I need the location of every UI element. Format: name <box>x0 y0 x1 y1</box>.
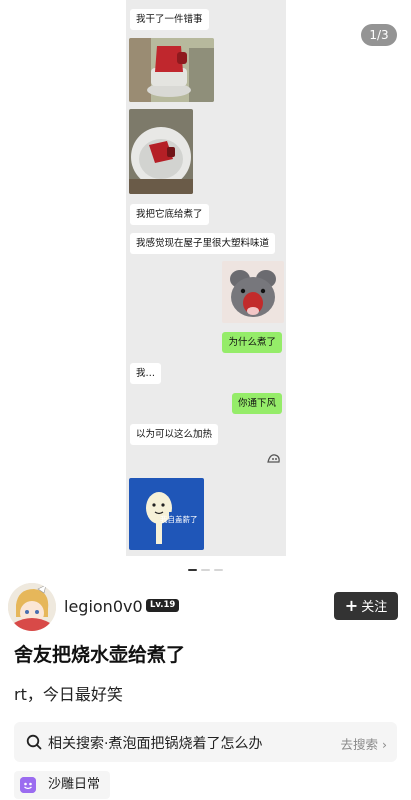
chat-screenshot-image: 我干了一件错事 我把它底给煮了 我感觉现在屋子里很大塑料味道 为什么煮了 我… … <box>126 0 286 556</box>
post-title: 舍友把烧水壶给煮了 <box>14 644 186 666</box>
pagination-dot[interactable] <box>201 569 210 571</box>
chat-message: 你通下风 <box>231 393 282 414</box>
image-counter: 1/3 <box>361 24 397 46</box>
sink-photo <box>129 109 193 194</box>
topic-icon <box>20 777 36 793</box>
hamster-sticker <box>222 261 284 323</box>
chat-message: 为什么煮了 <box>222 332 282 353</box>
pagination-dot[interactable] <box>188 569 197 571</box>
topic-label: 沙雕日常 <box>48 777 101 792</box>
chat-message: 我把它底给煮了 <box>130 204 209 225</box>
username[interactable]: legion0v0 <box>64 597 143 616</box>
chat-message: 我感觉现在屋子里很大塑料味道 <box>130 233 276 254</box>
chat-message: 以为可以这么加热 <box>130 424 219 445</box>
chat-message: 我干了一件错事 <box>130 9 209 30</box>
egg-sticker: 我自盖薪了 <box>129 478 204 550</box>
plus-icon: + <box>344 596 359 615</box>
follow-label: 关注 <box>361 600 388 615</box>
author-row: legion0v0 Lv.19 + 关注 <box>0 579 411 635</box>
kettle-photo <box>129 38 214 102</box>
chevron-right-icon: › <box>382 737 387 752</box>
search-icon <box>26 734 42 750</box>
carousel-pagination <box>0 569 411 573</box>
search-go-label: 去搜索 <box>340 737 378 752</box>
avatar[interactable] <box>8 583 56 631</box>
chat-message: 我… <box>130 363 162 384</box>
sticker-caption: 我自盖薪了 <box>160 515 198 524</box>
doodle-sticker <box>266 450 282 466</box>
pagination-dot[interactable] <box>214 569 223 571</box>
image-carousel[interactable]: 我干了一件错事 我把它底给煮了 我感觉现在屋子里很大塑料味道 为什么煮了 我… … <box>0 0 411 556</box>
topic-chip[interactable]: 沙雕日常 <box>14 771 111 799</box>
related-search-bar[interactable]: 相关搜索·煮泡面把锅烧着了怎么办 去搜索 › <box>14 722 397 762</box>
related-search-text: 相关搜索·煮泡面把锅烧着了怎么办 <box>48 736 263 752</box>
level-badge: Lv.19 <box>146 599 180 612</box>
search-go-link[interactable]: 去搜索 › <box>340 734 387 753</box>
post-body: rt，今日最好笑 <box>14 685 123 704</box>
follow-button[interactable]: + 关注 <box>334 592 398 620</box>
